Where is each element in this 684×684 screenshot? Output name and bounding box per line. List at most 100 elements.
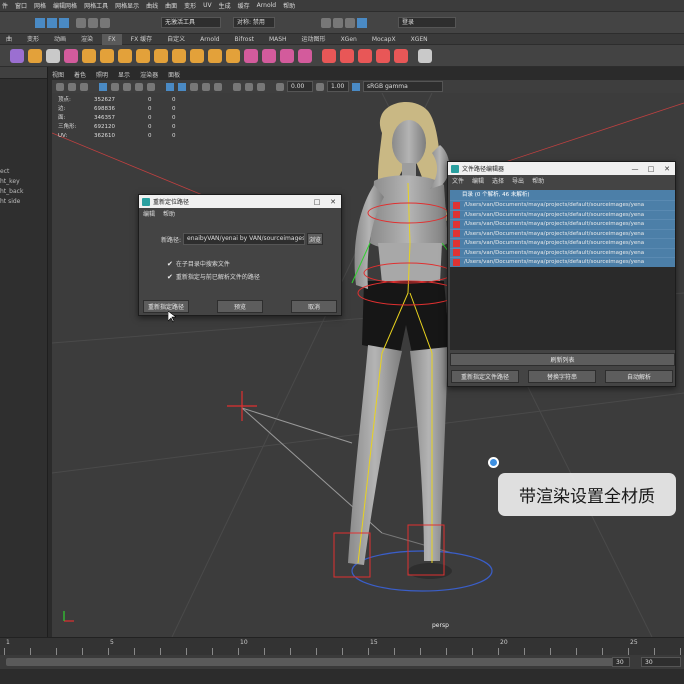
field-radial-icon[interactable] — [154, 48, 168, 63]
dialog-menu-item[interactable]: 选择 — [492, 176, 504, 185]
file-list-row[interactable]: /Users/van/Documents/maya/projects/defau… — [450, 238, 675, 248]
replace-string-button[interactable]: 替换字符串 — [528, 370, 596, 383]
relocate-button[interactable]: 重新指定路径 — [143, 300, 189, 313]
film-gate-icon[interactable] — [111, 82, 119, 91]
shelf-tab[interactable]: FX — [102, 33, 122, 45]
ncloth-icon[interactable] — [64, 48, 78, 63]
wireframe-icon[interactable] — [166, 82, 174, 91]
gamma-icon[interactable] — [316, 82, 324, 91]
file-list-summary[interactable]: 目录 (0 个解析, 46 未解析) — [450, 190, 675, 200]
file-list-row[interactable]: /Users/van/Documents/maya/projects/defau… — [450, 200, 675, 210]
xray-icon[interactable] — [233, 82, 241, 91]
camera-attr-icon[interactable] — [68, 82, 76, 91]
lights-icon[interactable] — [202, 82, 210, 91]
shelf-tab[interactable]: 渲染 — [75, 34, 99, 45]
maximize-icon[interactable]: □ — [309, 198, 325, 206]
outliner-item[interactable]: ect — [0, 167, 23, 177]
viewport-menu-item[interactable]: 渲染器 — [140, 70, 158, 80]
smooth-shade-icon[interactable] — [178, 82, 186, 91]
minimize-icon[interactable]: — — [627, 165, 643, 173]
snap-curve-icon[interactable] — [88, 17, 98, 28]
snap-point-icon[interactable] — [100, 17, 110, 28]
color-management-icon[interactable] — [352, 82, 360, 91]
menu-item[interactable]: 变形 — [184, 1, 196, 10]
dialog-menu-item[interactable]: 导出 — [512, 176, 524, 185]
outliner-item[interactable]: ht side — [0, 197, 23, 207]
auto-resolve-button[interactable]: 自动解析 — [605, 370, 673, 383]
snap-grid-icon[interactable] — [76, 17, 86, 28]
color-space-dropdown[interactable]: sRGB gamma — [363, 81, 443, 92]
symmetry-dropdown[interactable]: 对称: 禁用 — [233, 17, 275, 28]
file-list-row[interactable]: /Users/van/Documents/maya/projects/defau… — [450, 228, 675, 239]
viewport-menu-item[interactable]: 照明 — [96, 70, 108, 80]
xray-joints-icon[interactable] — [245, 82, 253, 91]
file-list-row[interactable]: /Users/van/Documents/maya/projects/defau… — [450, 247, 675, 258]
menu-item[interactable]: 生成 — [219, 1, 231, 10]
viewport-menu-item[interactable]: 显示 — [118, 70, 130, 80]
menu-item[interactable]: Arnold — [257, 2, 276, 9]
hypershade-icon[interactable] — [357, 17, 367, 28]
anim-end-field[interactable]: 30 — [641, 657, 681, 667]
select-tool-icon[interactable] — [35, 17, 45, 28]
resolution-gate-icon[interactable] — [123, 82, 131, 91]
resolve-checkbox[interactable]: ✔ — [167, 273, 173, 281]
file-list-row[interactable]: /Users/van/Documents/maya/projects/defau… — [450, 209, 675, 220]
ipr-icon[interactable] — [333, 17, 343, 28]
shirt-pink-icon[interactable] — [358, 48, 372, 63]
particle-icon[interactable] — [10, 48, 24, 63]
fluid-icon[interactable] — [46, 48, 60, 63]
shelf-tab[interactable]: XGen — [335, 34, 363, 45]
outliner-item[interactable]: ht_key — [0, 177, 23, 187]
menu-item[interactable]: 网格 — [34, 1, 46, 10]
shirt-dress-icon[interactable] — [394, 48, 408, 63]
menu-item[interactable]: 缓存 — [238, 1, 250, 10]
close-icon[interactable]: ✕ — [659, 165, 675, 173]
render-settings-icon[interactable] — [345, 17, 355, 28]
menu-item[interactable]: 帮助 — [283, 1, 295, 10]
field-turbulence-icon[interactable] — [172, 48, 186, 63]
relocate-file-path-button[interactable]: 重新指定文件路径 — [451, 370, 519, 383]
nhair-icon[interactable] — [244, 48, 258, 63]
ncache-icon[interactable] — [298, 48, 312, 63]
file-list-row[interactable]: /Users/van/Documents/maya/projects/defau… — [450, 219, 675, 229]
shelf-tab[interactable]: FX 缓存 — [125, 34, 158, 45]
bookmark-icon[interactable] — [80, 82, 88, 91]
close-icon[interactable]: ✕ — [325, 198, 341, 206]
menu-item[interactable]: 网格显示 — [115, 1, 139, 10]
field-volume-icon[interactable] — [226, 48, 240, 63]
account-button[interactable]: 登录 — [398, 17, 456, 28]
dialog-menu-item[interactable]: 文件 — [452, 176, 464, 185]
field-gravity-icon[interactable] — [118, 48, 132, 63]
shelf-tab[interactable]: 自定义 — [161, 34, 191, 45]
shirt-red-icon[interactable] — [340, 48, 354, 63]
shelf-tab[interactable]: MASH — [263, 34, 293, 45]
shelf-tab[interactable]: 运动图形 — [296, 34, 332, 45]
shelf-tab[interactable]: XGEN — [405, 34, 434, 45]
menu-item[interactable]: 编辑网格 — [53, 1, 77, 10]
viewport-menu-item[interactable]: 面板 — [168, 70, 180, 80]
gamma-field[interactable]: 1.00 — [327, 81, 349, 92]
menu-item[interactable]: 曲面 — [165, 1, 177, 10]
cancel-button[interactable]: 取消 — [291, 300, 337, 313]
shelf-tab[interactable]: Arnold — [194, 34, 225, 45]
range-bar[interactable] — [6, 658, 626, 666]
nrigid-icon[interactable] — [262, 48, 276, 63]
browse-button[interactable]: 浏览 — [307, 233, 324, 245]
menu-item[interactable]: UV — [203, 2, 212, 9]
field-newton-icon[interactable] — [136, 48, 150, 63]
dialog-menu-item[interactable]: 编辑 — [472, 176, 484, 185]
menu-item[interactable]: 曲线 — [146, 1, 158, 10]
shadows-icon[interactable] — [214, 82, 222, 91]
preview-button[interactable]: 预览 — [217, 300, 263, 313]
range-end-field[interactable]: 30 — [612, 657, 630, 667]
shelf-tab[interactable]: Bifrost — [229, 34, 260, 45]
menu-item[interactable]: 窗口 — [15, 1, 27, 10]
time-slider[interactable]: 1 5 10 15 20 25 — [0, 637, 684, 655]
dialog-menu-item[interactable]: 帮助 — [163, 209, 175, 218]
file-list-row[interactable]: /Users/van/Documents/maya/projects/defau… — [450, 257, 675, 267]
exposure-field[interactable]: 0.00 — [287, 81, 313, 92]
dialog-menu-item[interactable]: 编辑 — [143, 209, 155, 218]
play-cache-icon[interactable] — [418, 48, 432, 63]
new-path-input[interactable]: enaibyVAN/yenai by VAN/sourceimages — [183, 233, 306, 245]
dialog-menu-item[interactable]: 帮助 — [532, 176, 544, 185]
